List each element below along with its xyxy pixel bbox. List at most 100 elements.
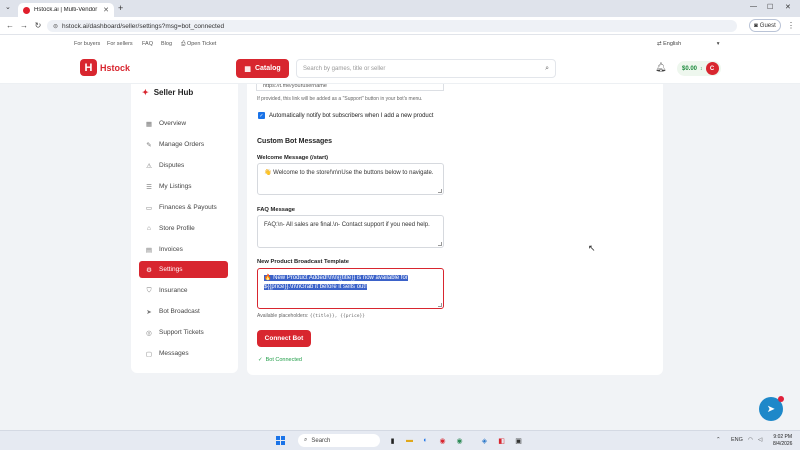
sidebar-item-my-listings[interactable]: ☰ My Listings [139, 178, 228, 195]
link-blog[interactable]: Blog [161, 41, 172, 47]
windows-start-icon[interactable] [276, 436, 285, 445]
support-hint: If provided, this link will be added as … [257, 96, 423, 102]
grid-icon: ▦ [145, 120, 153, 128]
tray-lang[interactable]: ENG [731, 437, 743, 443]
sidebar-item-label: Settings [159, 266, 183, 273]
minimize-icon[interactable]: — [750, 3, 757, 10]
sidebar-item-settings[interactable]: ⚙ Settings [139, 261, 228, 278]
edge-icon[interactable]: ◐ [420, 435, 431, 446]
broadcast-template-line-2: ${{price}}.\n\nGrab it before it sells o… [264, 284, 367, 290]
pencil-icon: ✎ [146, 141, 152, 149]
sidebar-item-label: Insurance [159, 287, 188, 294]
catalog-button[interactable]: ▦ Catalog [236, 59, 289, 78]
browser-menu-icon[interactable]: ⋮ [787, 21, 795, 30]
section-title: Custom Bot Messages [257, 138, 333, 145]
sidebar-item-label: Overview [159, 120, 187, 127]
reload-icon[interactable]: ↻ [31, 21, 45, 30]
sidebar-item-messages[interactable]: ▢ Messages [139, 345, 228, 362]
sidebar-item-overview[interactable]: ▦ Overview [139, 115, 228, 132]
auto-notify-checkbox[interactable]: ✓ [258, 112, 265, 119]
forward-icon[interactable]: → [17, 21, 31, 30]
browser-tabstrip: ⌄ Hstock.ai | Multi-Vendor Digital ✕ + —… [0, 0, 800, 17]
open-ticket-label: Open Ticket [186, 41, 217, 47]
placeholders-hint: Available placeholders: {{title}}, {{pri… [257, 313, 365, 319]
language-label: English [663, 41, 682, 47]
wallet-icon: ▭ [145, 204, 153, 212]
chrome-icon[interactable]: ◉ [437, 435, 448, 446]
resize-handle-icon[interactable] [438, 242, 442, 246]
site-header: H Hstock ▦ Catalog Search by games, titl… [0, 54, 800, 84]
resize-handle-icon[interactable] [438, 189, 442, 193]
sidebar-item-label: Manage Orders [159, 141, 205, 148]
sidebar-item-store-profile[interactable]: ⌂ Store Profile [139, 220, 228, 237]
logo[interactable]: H Hstock [80, 59, 130, 76]
gear-icon: ⚙ [146, 266, 152, 274]
auto-notify-row: ✓ Automatically notify bot subscribers w… [258, 112, 433, 119]
faq-message-textarea[interactable]: FAQ:\n- All sales are final.\n- Contact … [257, 215, 444, 248]
link-for-sellers[interactable]: For sellers [107, 41, 133, 47]
task-view-icon[interactable]: ▮ [387, 435, 398, 446]
site-toplinks: For buyers For sellers FAQ Blog ⎙ Open T… [0, 35, 800, 54]
maximize-icon[interactable]: ☐ [767, 3, 773, 11]
tab-menu-icon[interactable]: ⌄ [5, 3, 11, 11]
new-tab-icon[interactable]: + [118, 3, 123, 13]
guest-profile-button[interactable]: ◙ Guest [749, 19, 781, 32]
sidebar-item-label: Invoices [159, 246, 183, 253]
search-placeholder: Search by games, title or seller [303, 65, 386, 72]
taskbar-search-label: Search [311, 437, 331, 444]
sidebar-item-label: Bot Broadcast [159, 308, 200, 315]
sidebar-item-label: Messages [159, 350, 189, 357]
catalog-label: Catalog [254, 65, 281, 72]
taskbar-clock[interactable]: 9:02 PM 8/4/2026 [773, 434, 792, 447]
tray-chevron-icon[interactable]: ⌃ [716, 437, 721, 443]
telegram-icon: ➤ [766, 403, 776, 415]
broadcast-icon: ➤ [146, 308, 152, 316]
link-open-ticket[interactable]: ⎙ Open Ticket [181, 41, 216, 48]
sidebar-item-finances[interactable]: ▭ Finances & Payouts [139, 199, 228, 216]
app-icon[interactable]: ◈ [479, 435, 490, 446]
search-icon[interactable]: ⌕ [545, 65, 549, 73]
url-field[interactable]: ⊜ hstock.ai/dashboard/seller/settings?ms… [47, 20, 737, 32]
volume-icon[interactable]: ◁ [758, 437, 762, 443]
chat-icon: ▢ [145, 350, 153, 358]
sidebar-item-insurance[interactable]: ⛉ Insurance [139, 282, 228, 299]
link-faq[interactable]: FAQ [142, 41, 153, 47]
clock-date: 8/4/2026 [773, 440, 793, 447]
connect-bot-button[interactable]: Connect Bot [257, 330, 311, 347]
site-info-icon[interactable]: ⊜ [53, 23, 58, 30]
avatar[interactable]: C [705, 62, 719, 75]
faq-label: FAQ Message [257, 207, 296, 213]
broadcast-template-textarea[interactable]: 🔥 New Product Added!\n\n{{title}} is now… [257, 268, 444, 309]
link-for-buyers[interactable]: For buyers [74, 41, 100, 47]
sidebar-item-manage-orders[interactable]: ✎ Manage Orders [139, 136, 228, 153]
file-explorer-icon[interactable]: ▬ [404, 435, 415, 446]
language-select[interactable]: ⇄ English ▾ [657, 41, 719, 47]
taskbar-search[interactable]: ⌕ Search [298, 434, 380, 447]
app-icon-2[interactable]: ◧ [496, 435, 507, 446]
resize-handle-icon[interactable] [438, 303, 442, 307]
sidebar-item-label: Finances & Payouts [159, 204, 217, 211]
wifi-icon[interactable]: ◠ [748, 437, 753, 443]
sidebar-item-support-tickets[interactable]: ◎ Support Tickets [139, 324, 228, 341]
sidebar-item-disputes[interactable]: ⚠ Disputes [139, 157, 228, 174]
address-bar: ← → ↻ ⊜ hstock.ai/dashboard/seller/setti… [0, 17, 800, 35]
clock-time: 9:02 PM [773, 434, 793, 440]
search-input[interactable]: Search by games, title or seller ⌕ [296, 59, 556, 78]
close-icon[interactable]: ✕ [103, 6, 109, 14]
back-icon[interactable]: ← [3, 21, 17, 30]
window-close-icon[interactable]: ✕ [785, 3, 791, 11]
chrome-profile-icon[interactable]: ◉ [454, 435, 465, 446]
bell-icon[interactable]: 🔔︎ [655, 62, 666, 73]
welcome-label: Welcome Message (/start) [257, 155, 329, 161]
broadcast-label: New Product Broadcast Template [257, 259, 350, 265]
sidebar-item-invoices[interactable]: ▤ Invoices [139, 241, 228, 258]
wallet-balance[interactable]: $0.00 ↕ C [677, 61, 721, 76]
sidebar-item-bot-broadcast[interactable]: ➤ Bot Broadcast [139, 303, 228, 320]
shield-icon: ⛉ [146, 286, 152, 294]
welcome-message-textarea[interactable]: 👋 Welcome to the store!\n\nUse the butto… [257, 163, 444, 195]
bot-status: ✓ Bot Connected [258, 357, 302, 363]
browser-tab[interactable]: Hstock.ai | Multi-Vendor Digital ✕ [18, 3, 114, 17]
terminal-icon[interactable]: ▣ [513, 435, 524, 446]
url-text: hstock.ai/dashboard/seller/settings?msg=… [62, 22, 225, 30]
support-url-input[interactable]: https://t.me/yourusername [256, 84, 444, 91]
